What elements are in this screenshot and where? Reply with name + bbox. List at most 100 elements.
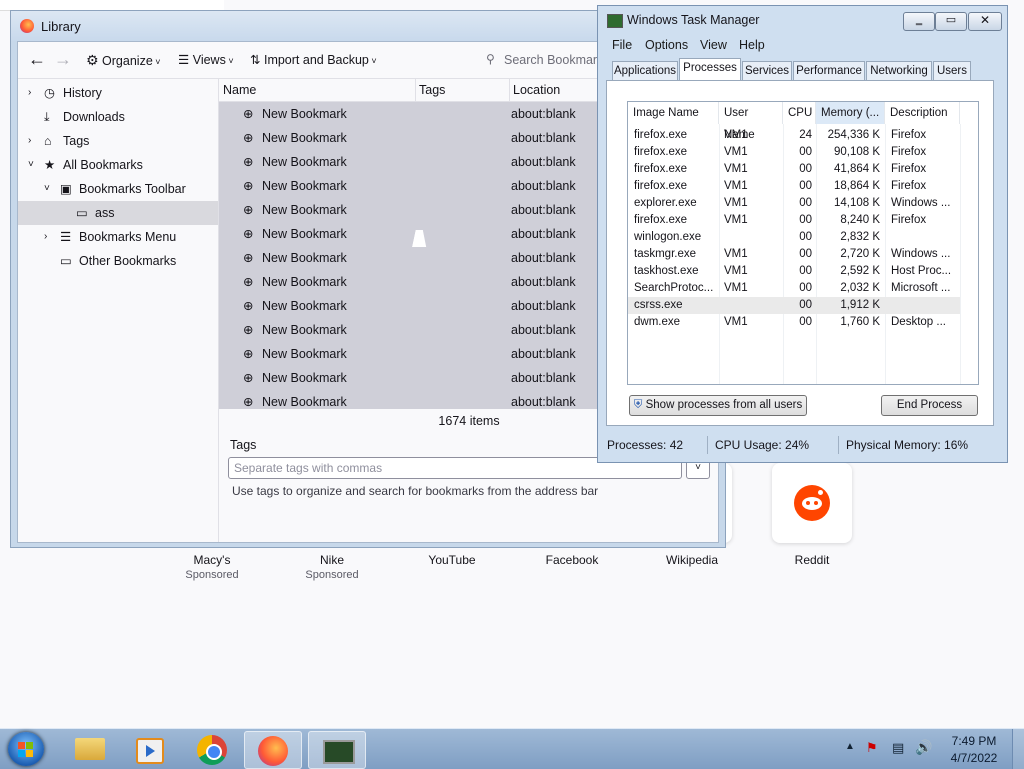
tree-item-bookmarks-toolbar[interactable]: ˅ ▣ Bookmarks Toolbar (18, 177, 218, 201)
process-image-name: taskhost.exe (634, 265, 699, 277)
process-description: Firefox (891, 146, 927, 158)
tile-label-wikipedia[interactable]: Wikipedia (632, 553, 752, 567)
task-manager-title: Windows Task Manager (627, 13, 760, 27)
process-row[interactable]: taskmgr.exe VM1 00 2,720 K Windows ... (628, 246, 960, 263)
minimize-button[interactable]: ‗ (903, 12, 935, 31)
taskbar-explorer[interactable] (62, 731, 118, 767)
network-icon[interactable]: ▤ (892, 740, 904, 756)
tab-performance[interactable]: Performance (793, 61, 865, 80)
bookmark-location: about:blank (511, 395, 576, 409)
process-user-name: VM1 (724, 197, 748, 209)
process-row[interactable]: firefox.exe VM1 24 254,336 K Firefox (628, 127, 960, 144)
taskbar-chrome[interactable] (184, 731, 240, 767)
tree-item-ass[interactable]: ▭ ass (18, 201, 218, 225)
folder-icon: ▭ (60, 254, 72, 268)
menu-file[interactable]: File (612, 38, 632, 52)
menu-help[interactable]: Help (739, 38, 765, 52)
tile-label-nike[interactable]: Nike (272, 553, 392, 567)
process-row[interactable]: dwm.exe VM1 00 1,760 K Desktop ... (628, 314, 960, 331)
show-all-processes-button[interactable]: ⛨ Show processes from all users (629, 395, 807, 416)
process-description: Windows ... (891, 197, 951, 209)
clock-time[interactable]: 7:49 PM (942, 734, 1006, 748)
chevron-right-icon[interactable]: › (28, 129, 31, 153)
process-row[interactable]: SearchProtoc... VM1 00 2,032 K Microsoft ... (628, 280, 960, 297)
tile-reddit-box[interactable] (772, 463, 852, 543)
tab-services[interactable]: Services (742, 61, 792, 80)
column-memory[interactable]: Memory (... (816, 102, 885, 124)
process-user-name: VM1 (724, 248, 748, 260)
column-header-location[interactable]: Location (513, 79, 560, 101)
process-memory: 1,912 K (840, 299, 880, 311)
column-user-name[interactable]: User Name (719, 102, 783, 141)
chevron-down-icon[interactable]: ˅ (28, 153, 34, 177)
tree-item-other-bookmarks[interactable]: ▭ Other Bookmarks (18, 249, 218, 273)
action-center-icon[interactable]: ⚑ (866, 740, 878, 756)
maximize-button[interactable]: ▭ (935, 12, 967, 31)
menu-view[interactable]: View (700, 38, 727, 52)
forward-arrow-icon[interactable]: → (54, 50, 72, 68)
column-image-name[interactable]: Image Name (628, 102, 719, 124)
process-image-name: firefox.exe (634, 163, 688, 175)
tab-networking[interactable]: Networking (866, 61, 932, 80)
search-bookmarks-input[interactable]: ⚲ Search Bookmarks (480, 48, 612, 72)
show-hidden-icons-button[interactable]: ▲ (845, 741, 855, 752)
chevron-down-icon[interactable]: ˅ (44, 177, 50, 201)
globe-icon: ⊕ (243, 275, 254, 289)
globe-icon: ⊕ (243, 179, 254, 193)
tree-item-downloads[interactable]: ⤓ Downloads (18, 105, 218, 129)
process-row[interactable]: winlogon.exe 00 2,832 K (628, 229, 960, 246)
bookmark-location: about:blank (511, 227, 576, 241)
tree-item-tags[interactable]: › ⌂ Tags (18, 129, 218, 153)
process-description: Host Proc... (891, 265, 952, 277)
tile-label-youtube[interactable]: YouTube (392, 553, 512, 567)
bookmark-location: about:blank (511, 347, 576, 361)
column-description[interactable]: Description (885, 102, 960, 124)
process-row[interactable]: explorer.exe VM1 00 14,108 K Windows ... (628, 195, 960, 212)
clock-date[interactable]: 4/7/2022 (942, 751, 1006, 765)
column-header-name[interactable]: Name (223, 79, 256, 101)
end-process-button[interactable]: End Process (881, 395, 978, 416)
taskbar-firefox[interactable] (244, 731, 302, 769)
close-button[interactable]: ✕ (968, 12, 1002, 31)
taskbar-task-manager[interactable] (308, 731, 366, 769)
column-header-tags[interactable]: Tags (419, 79, 445, 101)
volume-icon[interactable]: 🔊 (915, 739, 932, 756)
show-desktop-button[interactable] (1012, 729, 1024, 769)
tile-label-facebook[interactable]: Facebook (512, 553, 632, 567)
process-user-name: VM1 (724, 214, 748, 226)
organize-button[interactable]: ⚙ Organize ˅ (86, 52, 161, 69)
menu-options[interactable]: Options (645, 38, 688, 52)
firefox-icon (20, 19, 34, 33)
tab-applications[interactable]: Applications (612, 61, 678, 80)
process-row[interactable]: firefox.exe VM1 00 90,108 K Firefox (628, 144, 960, 161)
views-button[interactable]: ☰ Views ˅ (178, 52, 234, 67)
tab-processes[interactable]: Processes (679, 58, 741, 81)
chevron-right-icon[interactable]: › (44, 225, 47, 249)
start-button[interactable] (8, 732, 44, 766)
process-row[interactable]: firefox.exe VM1 00 8,240 K Firefox (628, 212, 960, 229)
tile-label-reddit[interactable]: Reddit (752, 553, 872, 567)
chevron-down-icon: ˅ (152, 57, 161, 67)
chevron-right-icon[interactable]: › (28, 81, 31, 105)
process-row[interactable]: firefox.exe VM1 00 41,864 K Firefox (628, 161, 960, 178)
tree-item-history[interactable]: › ◷ History (18, 81, 218, 105)
task-manager-titlebar[interactable]: Windows Task Manager ‗ ▭ ✕ (598, 6, 1007, 34)
import-backup-button[interactable]: ⇅ Import and Backup ˅ (250, 52, 377, 67)
process-memory: 254,336 K (827, 129, 880, 141)
tree-item-all-bookmarks[interactable]: ˅ ★ All Bookmarks (18, 153, 218, 177)
process-description: Firefox (891, 129, 927, 141)
process-row[interactable]: csrss.exe 00 1,912 K (628, 297, 960, 314)
tile-label-macys[interactable]: Macy's (152, 553, 272, 567)
tree-label-bookmarks-menu: Bookmarks Menu (79, 230, 177, 244)
process-row[interactable]: firefox.exe VM1 00 18,864 K Firefox (628, 178, 960, 195)
taskbar-media-player[interactable] (120, 731, 176, 767)
column-cpu[interactable]: CPU (783, 102, 816, 124)
process-row[interactable]: taskhost.exe VM1 00 2,592 K Host Proc... (628, 263, 960, 280)
tab-users[interactable]: Users (933, 61, 971, 80)
tree-label-ass: ass (95, 206, 115, 220)
bookmark-location: about:blank (511, 299, 576, 313)
tree-item-bookmarks-menu[interactable]: › ☰ Bookmarks Menu (18, 225, 218, 249)
back-arrow-icon[interactable]: ← (28, 50, 46, 68)
list-icon: ☰ (178, 53, 190, 67)
process-memory: 2,032 K (840, 282, 880, 294)
